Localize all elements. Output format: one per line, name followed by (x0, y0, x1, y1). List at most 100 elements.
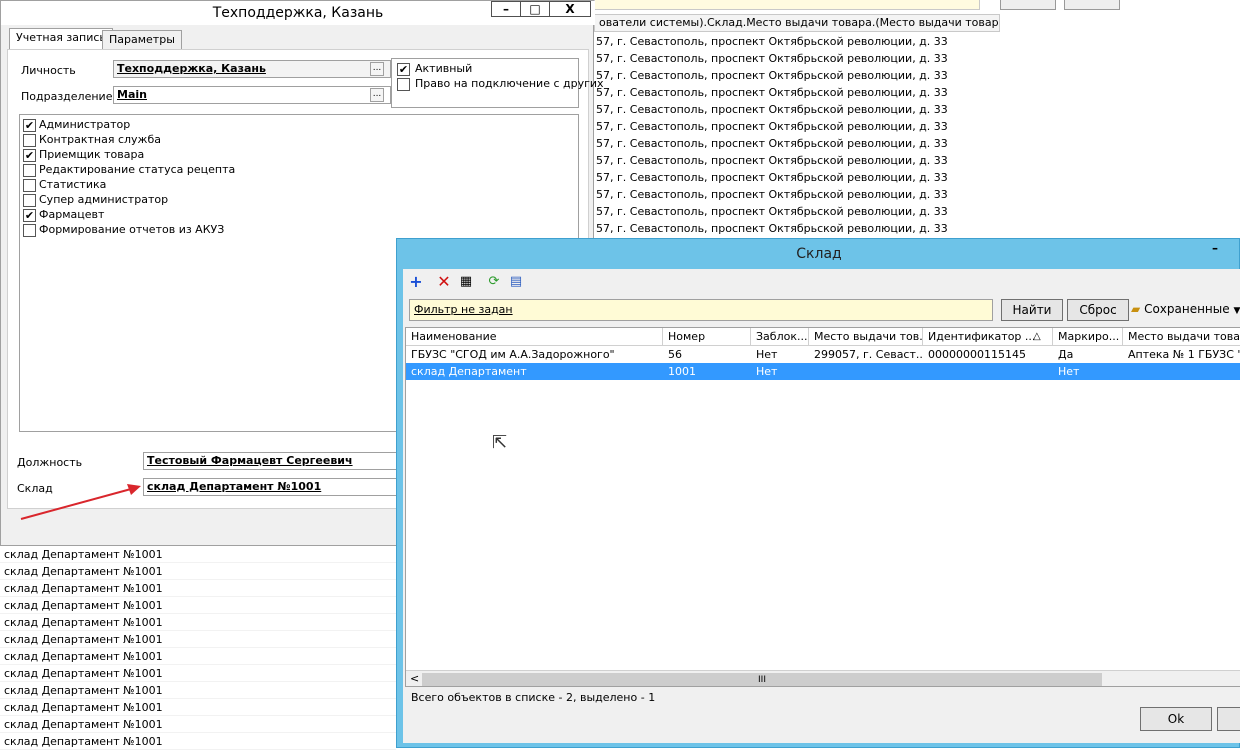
person-label: Личность (21, 64, 76, 77)
background-row: 57, г. Севастополь, проспект Октябрьской… (596, 52, 948, 65)
table-cell[interactable] (1123, 363, 1240, 380)
table-cell[interactable]: 1001 (663, 363, 751, 380)
flags-box: ✔ Активный Право на подключение с других (391, 58, 604, 108)
background-row: склад Департамент №1001 (0, 597, 396, 614)
background-row: склад Департамент №1001 (0, 546, 396, 563)
role-label: Администратор (39, 118, 131, 131)
division-field[interactable]: Main (113, 86, 391, 104)
background-grid-left: склад Департамент №1001 склад Департамент… (0, 546, 396, 750)
warehouse-field[interactable]: склад Департамент №1001 (143, 478, 403, 496)
reset-button[interactable]: Сброс (1067, 299, 1129, 321)
column-header[interactable]: Заблок... (751, 328, 809, 346)
background-find-button (1000, 0, 1056, 10)
tab-account[interactable]: Учетная запись (9, 28, 113, 50)
delete-icon[interactable]: ✕ (435, 273, 453, 291)
background-row: 57, г. Севастополь, проспект Октябрьской… (596, 188, 948, 201)
column-header[interactable]: Номер (663, 328, 751, 346)
remote-connect-label: Право на подключение с других (415, 77, 604, 90)
background-row: склад Департамент №1001 (0, 648, 396, 665)
column-header[interactable]: Наименование (406, 328, 663, 346)
background-reset-button (1064, 0, 1120, 10)
filter-field[interactable]: Фильтр не задан (409, 299, 993, 321)
role-checkbox[interactable]: ✔ (23, 119, 36, 132)
find-button[interactable]: Найти (1001, 299, 1063, 321)
role-label: Фармацевт (39, 208, 105, 221)
scrollbar-thumb[interactable]: III (422, 673, 1102, 686)
annotation-arrow-icon (20, 484, 141, 520)
background-row: склад Департамент №1001 (0, 716, 396, 733)
export-icon[interactable]: ▤ (507, 273, 525, 291)
refresh-icon[interactable]: ⟳ (485, 273, 503, 291)
table-cell[interactable] (923, 363, 1053, 380)
table-cell[interactable]: Нет (1053, 363, 1123, 380)
division-ellipsis-button[interactable]: ... (370, 88, 384, 102)
active-label: Активный (415, 62, 473, 75)
minimize-button[interactable]: – (1201, 241, 1229, 261)
background-row: склад Департамент №1001 (0, 580, 396, 597)
role-checkbox[interactable] (23, 164, 36, 177)
properties-icon[interactable]: ▦ (457, 273, 475, 291)
table-cell[interactable]: Да (1053, 346, 1123, 363)
saved-filters-dropdown[interactable]: ▰ Сохраненные ▼ (1131, 302, 1240, 316)
saved-filters-label: Сохраненные (1144, 302, 1230, 316)
role-checkbox[interactable] (23, 224, 36, 237)
background-filter-field (594, 0, 980, 10)
dialog-title: Склад (796, 246, 842, 262)
role-checkbox[interactable] (23, 194, 36, 207)
maximize-button[interactable]: □ (520, 1, 550, 17)
role-checkbox[interactable]: ✔ (23, 209, 36, 222)
background-row: 57, г. Севастополь, проспект Октябрьской… (596, 137, 948, 150)
background-toolbar (594, 0, 1240, 12)
close-button[interactable]: X (549, 1, 591, 17)
background-row: склад Департамент №1001 (0, 733, 396, 750)
table-cell[interactable]: Нет (751, 363, 809, 380)
table-cell[interactable]: 00000000115145 (923, 346, 1053, 363)
add-icon[interactable]: + (407, 273, 425, 291)
role-checkbox[interactable] (23, 134, 36, 147)
background-row: склад Департамент №1001 (0, 631, 396, 648)
background-row: 57, г. Севастополь, проспект Октябрьской… (596, 171, 948, 184)
column-header[interactable]: Место выдачи товара... (1123, 328, 1240, 346)
background-row: 57, г. Севастополь, проспект Октябрьской… (596, 205, 948, 218)
table-cell[interactable]: 56 (663, 346, 751, 363)
table-cell[interactable]: склад Департамент (406, 363, 663, 380)
role-checkbox[interactable] (23, 179, 36, 192)
role-label: Редактирование статуса рецепта (39, 163, 236, 176)
column-header[interactable]: Место выдачи тов... (809, 328, 923, 346)
horizontal-scrollbar[interactable]: < III (406, 670, 1240, 686)
person-field[interactable]: Техподдержка, Казань (113, 60, 391, 78)
warehouse-dialog: Склад – + ✕ ▦ ⟳ ▤ Фильтр не задан Найти … (396, 238, 1240, 748)
background-row: склад Департамент №1001 (0, 563, 396, 580)
role-checkbox[interactable]: ✔ (23, 149, 36, 162)
division-label: Подразделение (21, 90, 113, 103)
ok-button[interactable]: Ok (1140, 707, 1212, 731)
tab-parameters[interactable]: Параметры (102, 30, 182, 50)
table-cell[interactable]: 299057, г. Севаст... (809, 346, 923, 363)
background-row: 57, г. Севастополь, проспект Октябрьской… (596, 120, 948, 133)
table-cell[interactable]: Аптека № 1 ГБУЗС "С (1123, 346, 1240, 363)
folder-icon: ▰ (1131, 302, 1141, 316)
background-row: 57, г. Севастополь, проспект Октябрьской… (596, 103, 948, 116)
sort-ascending-icon: △ (1033, 331, 1041, 342)
mouse-cursor-icon: ⇱ (492, 432, 508, 453)
warehouse-dialog-body: + ✕ ▦ ⟳ ▤ Фильтр не задан Найти Сброс ▰ … (403, 269, 1240, 743)
remote-connect-checkbox[interactable] (397, 78, 410, 91)
column-header[interactable]: Маркиро... (1053, 328, 1123, 346)
background-row: склад Департамент №1001 (0, 682, 396, 699)
position-label: Должность (17, 456, 83, 469)
table-cell[interactable]: ГБУЗС "СГОД им А.А.Задорожного" (406, 346, 663, 363)
role-label: Статистика (39, 178, 107, 191)
table-cell[interactable]: Нет (751, 346, 809, 363)
background-row: склад Департамент №1001 (0, 665, 396, 682)
role-label: Супер администратор (39, 193, 169, 206)
cancel-button[interactable] (1217, 707, 1240, 731)
person-ellipsis-button[interactable]: ... (370, 62, 384, 76)
table-cell[interactable] (809, 363, 923, 380)
scroll-left-icon[interactable]: < (410, 672, 419, 685)
background-column-header: ователи системы).Склад.Место выдачи това… (594, 14, 1000, 32)
minimize-button[interactable]: – (491, 1, 521, 17)
active-checkbox[interactable]: ✔ (397, 63, 410, 76)
position-field[interactable]: Тестовый Фармацевт Сергеевич (143, 452, 403, 470)
background-row: 57, г. Севастополь, проспект Октябрьской… (596, 222, 948, 235)
filter-link[interactable]: Фильтр не задан (414, 303, 513, 316)
